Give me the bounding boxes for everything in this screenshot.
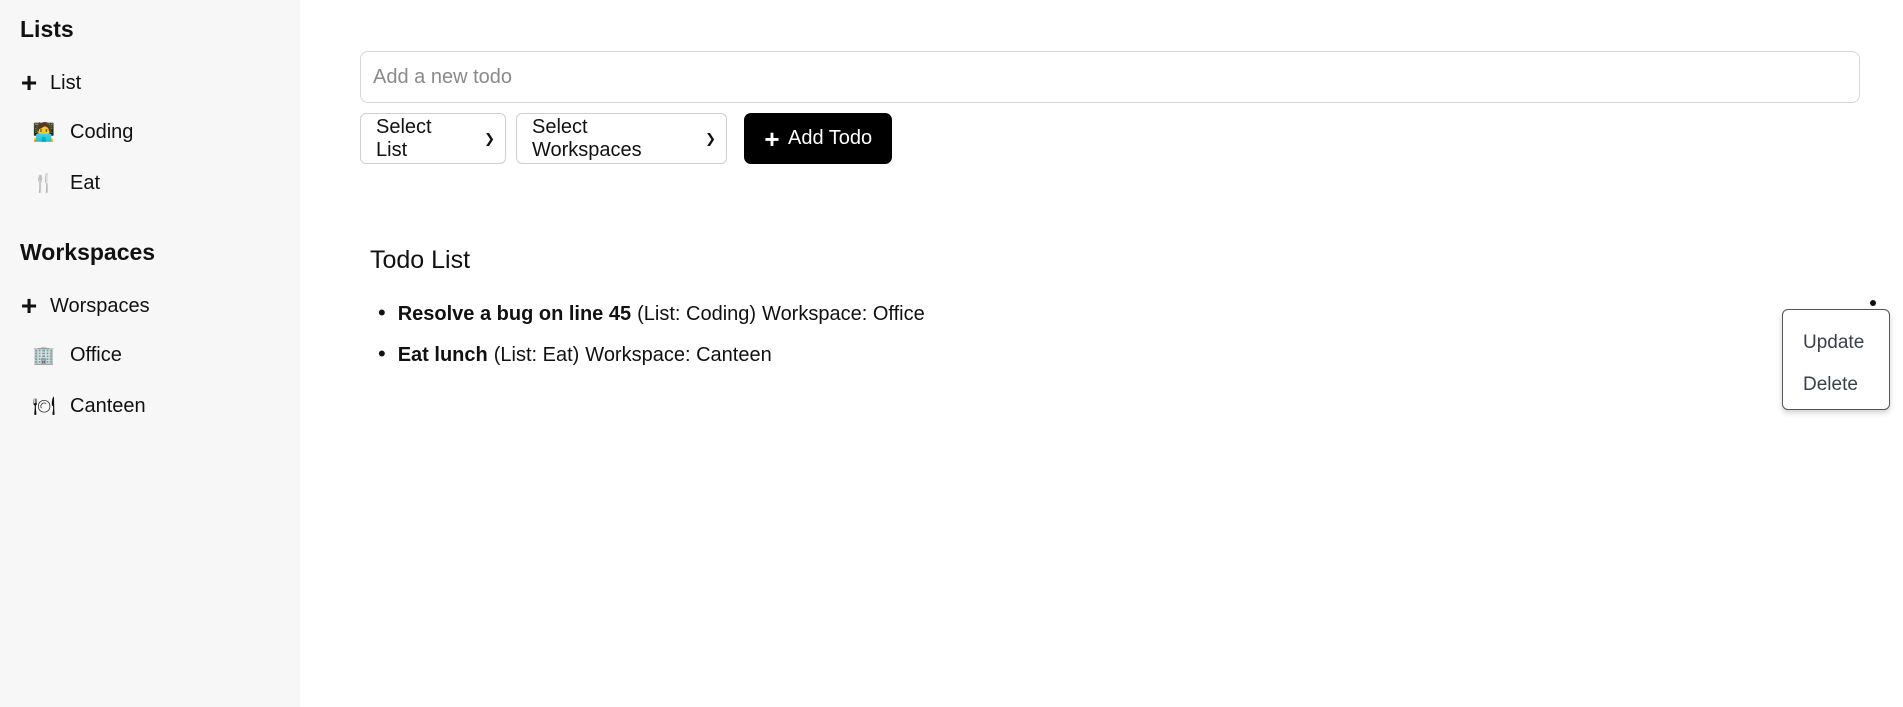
select-list-dropdown[interactable]: Select List ❯ (360, 113, 506, 164)
add-todo-button[interactable]: + Add Todo (744, 113, 893, 164)
todo-name: Eat lunch (397, 344, 488, 366)
todo-list-title: Todo List (370, 246, 471, 274)
add-list-button[interactable]: + List (20, 69, 280, 97)
select-workspaces-dropdown[interactable]: Select Workspaces ❯ (516, 113, 727, 164)
todo-workspace-tag: Workspace: Canteen (585, 344, 772, 366)
more-options-icon[interactable] (1870, 300, 1876, 306)
todo-list: Resolve a bug on line 45 (List: Coding) … (370, 300, 925, 382)
sidebar-item-label: Office (70, 344, 122, 366)
chevron-down-icon: ❯ (484, 130, 495, 146)
chevron-down-icon: ❯ (705, 130, 716, 146)
person-at-desk-icon: 🧑‍💻 (32, 122, 56, 142)
add-list-label: List (50, 71, 82, 94)
sidebar-item-canteen[interactable]: 🍽 Canteen (32, 395, 280, 418)
list-item: Eat lunch (List: Eat) Workspace: Canteen (370, 341, 925, 367)
todo-workspace-tag: Workspace: Office (762, 303, 925, 325)
delete-menu-item[interactable]: Delete (1783, 364, 1889, 406)
sidebar-item-coding[interactable]: 🧑‍💻 Coding (32, 121, 280, 144)
list-item: Resolve a bug on line 45 (List: Coding) … (370, 300, 925, 326)
sidebar: Lists + List 🧑‍💻 Coding 🍴 Eat Workspaces… (0, 0, 300, 707)
fork-and-knife-icon: 🍴 (32, 173, 56, 193)
sidebar-item-label: Canteen (70, 395, 146, 417)
add-todo-label: Add Todo (788, 127, 873, 149)
new-todo-input[interactable] (360, 51, 1860, 103)
sidebar-item-eat[interactable]: 🍴 Eat (32, 172, 280, 195)
plate-with-cutlery-icon: 🍽 (32, 396, 56, 416)
add-workspace-label: Worspaces (50, 294, 150, 317)
lists-heading: Lists (20, 16, 74, 42)
office-building-icon: 🏢 (32, 345, 56, 365)
todo-list-tag: (List: Coding) (637, 303, 757, 325)
sidebar-item-office[interactable]: 🏢 Office (32, 344, 280, 367)
todo-name: Resolve a bug on line 45 (397, 303, 632, 325)
update-menu-item[interactable]: Update (1783, 322, 1889, 364)
plus-icon: + (764, 123, 780, 154)
plus-icon: + (20, 290, 38, 321)
todo-list-tag: (List: Eat) (493, 344, 580, 366)
workspaces-heading: Workspaces (20, 239, 156, 265)
add-workspace-button[interactable]: + Worspaces (20, 292, 280, 320)
plus-icon: + (20, 67, 38, 98)
select-list-value: Select List (376, 115, 432, 161)
main-content: Select List ❯ Select Workspaces ❯ + Add … (300, 0, 1903, 707)
sidebar-item-label: Eat (70, 172, 101, 194)
sidebar-item-label: Coding (70, 121, 134, 143)
todo-actions-menu: Update Delete (1782, 309, 1890, 410)
select-workspaces-value: Select Workspaces (532, 115, 642, 161)
